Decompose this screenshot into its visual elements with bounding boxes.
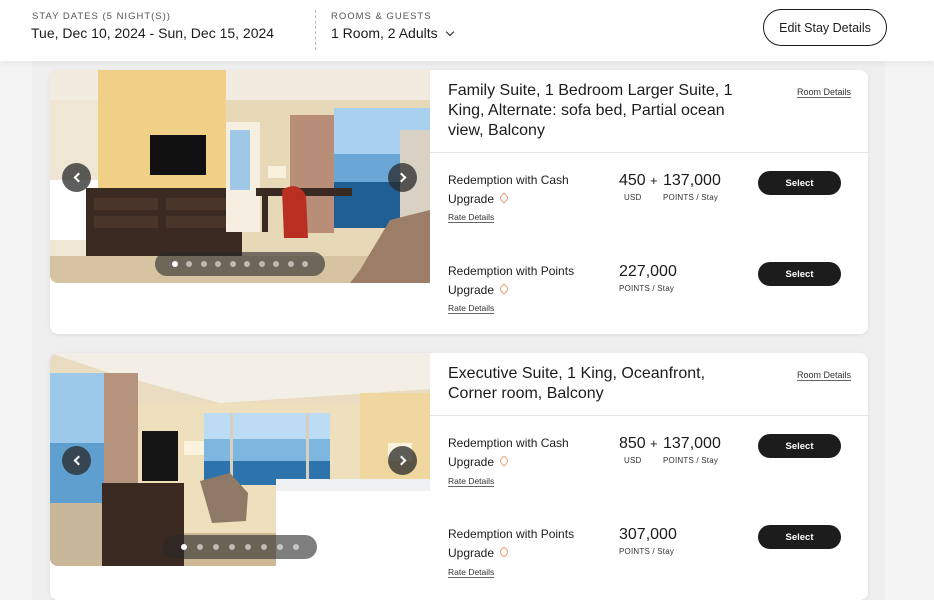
photo-pagination [163, 535, 317, 559]
rooms-guests-dropdown[interactable]: 1 Room, 2 Adults [331, 25, 454, 41]
rate-name: Redemption with Cash [448, 436, 569, 450]
tag-icon [498, 546, 510, 558]
photo-dot[interactable] [215, 261, 222, 267]
photo-dot[interactable] [277, 544, 283, 550]
plus-sign: + [650, 436, 658, 451]
rate-details-link[interactable]: Rate Details [448, 303, 495, 314]
tag-icon [498, 455, 510, 467]
photo-next-button[interactable] [388, 163, 417, 192]
room-title: Family Suite, 1 Bedroom Larger Suite, 1 … [448, 82, 733, 139]
header-divider [315, 10, 316, 50]
points-unit: POINTS / Stay [663, 193, 719, 202]
select-button[interactable]: Select [758, 525, 841, 549]
stay-dates-value[interactable]: Tue, Dec 10, 2024 - Sun, Dec 15, 2024 [31, 25, 274, 41]
photo-dot[interactable] [293, 544, 299, 550]
divider [430, 152, 868, 153]
photo-prev-button[interactable] [62, 446, 91, 475]
rooms-guests-label: ROOMS & GUESTS [331, 11, 432, 22]
room-details-link[interactable]: Room Details [797, 370, 852, 381]
rate-details-link[interactable]: Rate Details [448, 212, 495, 223]
cash-unit: USD [624, 456, 642, 465]
photo-dot[interactable] [229, 544, 235, 550]
room-title: Executive Suite, 1 King, Oceanfront, Cor… [448, 365, 706, 402]
cash-amount: 450 [619, 172, 646, 189]
rate-details-link[interactable]: Rate Details [448, 567, 495, 578]
photo-dot[interactable] [200, 261, 207, 267]
photo-dot[interactable] [229, 261, 236, 267]
rate-name: Redemption with Points [448, 527, 575, 541]
select-button[interactable]: Select [758, 434, 841, 458]
cash-unit: USD [624, 193, 642, 202]
photo-dot[interactable] [213, 544, 219, 550]
photo-dot[interactable] [273, 261, 280, 267]
tag-icon [498, 192, 510, 204]
photo-pagination [155, 252, 325, 276]
plus-sign: + [650, 173, 658, 188]
upgrade-text: Upgrade [448, 546, 495, 560]
stay-dates-label: STAY DATES (5 NIGHT(S)) [32, 11, 171, 22]
rate-name: Redemption with Points [448, 264, 575, 278]
chevron-down-icon [445, 27, 454, 37]
chevron-right-icon [396, 172, 406, 183]
upgrade-label: Upgrade [448, 455, 510, 469]
points-unit: POINTS / Stay [663, 456, 719, 465]
rate-name: Redemption with Cash [448, 173, 569, 187]
upgrade-label: Upgrade [448, 283, 510, 297]
room-details-link[interactable]: Room Details [797, 87, 852, 98]
room-photo [50, 353, 430, 566]
photo-dot[interactable] [287, 261, 294, 267]
stay-header: STAY DATES (5 NIGHT(S)) Tue, Dec 10, 202… [0, 0, 934, 61]
photo-prev-button[interactable] [62, 163, 91, 192]
room-card: Executive Suite, 1 King, Oceanfront, Cor… [50, 353, 868, 600]
cash-amount: 850 [619, 435, 646, 452]
upgrade-text: Upgrade [448, 455, 495, 469]
points-unit: POINTS / Stay [619, 547, 675, 556]
chevron-right-icon [396, 455, 406, 466]
photo-dot[interactable] [244, 261, 251, 267]
chevron-left-icon [73, 455, 83, 466]
upgrade-text: Upgrade [448, 283, 495, 297]
photo-dot[interactable] [302, 261, 309, 267]
points-amount: 137,000 [663, 172, 721, 189]
chevron-left-icon [73, 172, 83, 183]
points-unit: POINTS / Stay [619, 284, 675, 293]
rate-details-link[interactable]: Rate Details [448, 476, 495, 487]
photo-dot[interactable] [197, 544, 203, 550]
upgrade-label: Upgrade [448, 546, 510, 560]
room-photo [50, 70, 430, 283]
tag-icon [498, 283, 510, 295]
upgrade-text: Upgrade [448, 192, 495, 206]
photo-dot[interactable] [181, 544, 187, 550]
divider [430, 415, 868, 416]
photo-dot[interactable] [261, 544, 267, 550]
select-button[interactable]: Select [758, 171, 841, 195]
room-card: Family Suite, 1 Bedroom Larger Suite, 1 … [50, 70, 868, 334]
photo-dot[interactable] [245, 544, 251, 550]
points-amount: 227,000 [619, 263, 677, 280]
edit-stay-details-button[interactable]: Edit Stay Details [763, 9, 887, 46]
upgrade-label: Upgrade [448, 192, 510, 206]
photo-dot[interactable] [171, 261, 178, 267]
photo-dot[interactable] [186, 261, 193, 267]
points-amount: 137,000 [663, 435, 721, 452]
photo-next-button[interactable] [388, 446, 417, 475]
points-amount: 307,000 [619, 526, 677, 543]
photo-dot[interactable] [258, 261, 265, 267]
rooms-guests-value: 1 Room, 2 Adults [331, 25, 438, 41]
select-button[interactable]: Select [758, 262, 841, 286]
